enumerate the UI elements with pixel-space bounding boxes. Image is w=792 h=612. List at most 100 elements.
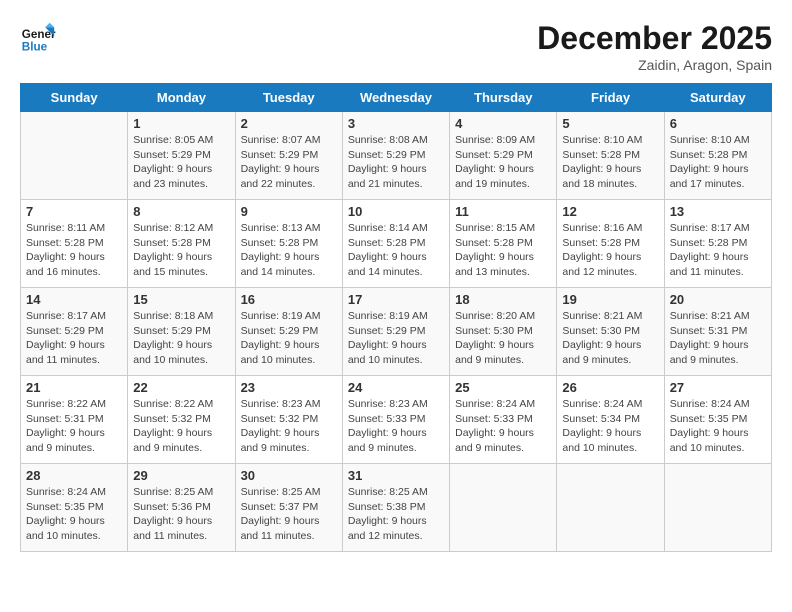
day-info: Sunrise: 8:18 AMSunset: 5:29 PMDaylight:… [133,309,229,368]
calendar-day-cell: 7 Sunrise: 8:11 AMSunset: 5:28 PMDaylight… [21,200,128,288]
day-info: Sunrise: 8:24 AMSunset: 5:35 PMDaylight:… [670,397,766,456]
calendar-day-cell: 17Sunrise: 8:19 AMSunset: 5:29 PMDayligh… [342,288,449,376]
calendar-table: SundayMondayTuesdayWednesdayThursdayFrid… [20,83,772,552]
day-number: 23 [241,380,337,395]
calendar-day-cell: 31 Sunrise: 8:25 AMSunset: 5:38 PMDayligh… [342,464,449,552]
day-number: 10 [348,204,444,219]
calendar-day-cell: 10 Sunrise: 8:14 AMSunset: 5:28 PMDayligh… [342,200,449,288]
calendar-day-cell: 28 Sunrise: 8:24 AMSunset: 5:35 PMDayligh… [21,464,128,552]
day-number: 2 [241,116,337,131]
day-info: Sunrise: 8:08 AMSunset: 5:29 PMDaylight:… [348,133,444,192]
weekday-header: Monday [128,84,235,112]
day-info: Sunrise: 8:20 AMSunset: 5:30 PMDaylight:… [455,309,551,368]
calendar-day-cell: 4 Sunrise: 8:09 AMSunset: 5:29 PMDaylight… [450,112,557,200]
day-number: 15 [133,292,229,307]
day-number: 28 [26,468,122,483]
weekday-header: Friday [557,84,664,112]
calendar-day-cell: 23Sunrise: 8:23 AMSunset: 5:32 PMDayligh… [235,376,342,464]
calendar-day-cell: 5Sunrise: 8:10 AMSunset: 5:28 PMDaylight… [557,112,664,200]
calendar-day-cell: 15 Sunrise: 8:18 AMSunset: 5:29 PMDayligh… [128,288,235,376]
day-info: Sunrise: 8:24 AMSunset: 5:35 PMDaylight:… [26,485,122,544]
day-info: Sunrise: 8:07 AMSunset: 5:29 PMDaylight:… [241,133,337,192]
day-number: 14 [26,292,122,307]
day-info: Sunrise: 8:14 AMSunset: 5:28 PMDaylight:… [348,221,444,280]
day-info: Sunrise: 8:13 AMSunset: 5:28 PMDaylight:… [241,221,337,280]
calendar-header-row: SundayMondayTuesdayWednesdayThursdayFrid… [21,84,772,112]
calendar-day-cell [664,464,771,552]
day-number: 7 [26,204,122,219]
calendar-day-cell: 24 Sunrise: 8:23 AMSunset: 5:33 PMDayligh… [342,376,449,464]
calendar-day-cell: 11 Sunrise: 8:15 AMSunset: 5:28 PMDayligh… [450,200,557,288]
day-info: Sunrise: 8:11 AMSunset: 5:28 PMDaylight:… [26,221,122,280]
logo: General Blue [20,20,56,56]
calendar-day-cell: 20Sunrise: 8:21 AMSunset: 5:31 PMDayligh… [664,288,771,376]
day-number: 12 [562,204,658,219]
day-info: Sunrise: 8:12 AMSunset: 5:28 PMDaylight:… [133,221,229,280]
day-info: Sunrise: 8:05 AMSunset: 5:29 PMDaylight:… [133,133,229,192]
calendar-week-row: 7 Sunrise: 8:11 AMSunset: 5:28 PMDaylight… [21,200,772,288]
calendar-day-cell: 6Sunrise: 8:10 AMSunset: 5:28 PMDaylight… [664,112,771,200]
calendar-day-cell [21,112,128,200]
calendar-day-cell [557,464,664,552]
day-number: 26 [562,380,658,395]
location: Zaidin, Aragon, Spain [537,57,772,73]
day-number: 30 [241,468,337,483]
calendar-day-cell: 29 Sunrise: 8:25 AMSunset: 5:36 PMDayligh… [128,464,235,552]
calendar-day-cell: 8 Sunrise: 8:12 AMSunset: 5:28 PMDaylight… [128,200,235,288]
calendar-day-cell: 13 Sunrise: 8:17 AMSunset: 5:28 PMDayligh… [664,200,771,288]
day-info: Sunrise: 8:10 AMSunset: 5:28 PMDaylight:… [562,133,658,192]
day-info: Sunrise: 8:25 AMSunset: 5:38 PMDaylight:… [348,485,444,544]
day-number: 1 [133,116,229,131]
title-block: December 2025 Zaidin, Aragon, Spain [537,20,772,73]
day-number: 19 [562,292,658,307]
day-info: Sunrise: 8:25 AMSunset: 5:37 PMDaylight:… [241,485,337,544]
day-number: 8 [133,204,229,219]
calendar-day-cell: 22 Sunrise: 8:22 AMSunset: 5:32 PMDayligh… [128,376,235,464]
calendar-week-row: 28 Sunrise: 8:24 AMSunset: 5:35 PMDayligh… [21,464,772,552]
day-info: Sunrise: 8:09 AMSunset: 5:29 PMDaylight:… [455,133,551,192]
day-number: 4 [455,116,551,131]
calendar-day-cell: 25 Sunrise: 8:24 AMSunset: 5:33 PMDayligh… [450,376,557,464]
day-info: Sunrise: 8:24 AMSunset: 5:33 PMDaylight:… [455,397,551,456]
day-number: 16 [241,292,337,307]
day-number: 25 [455,380,551,395]
svg-text:Blue: Blue [22,41,48,54]
day-number: 3 [348,116,444,131]
day-info: Sunrise: 8:17 AMSunset: 5:29 PMDaylight:… [26,309,122,368]
day-info: Sunrise: 8:25 AMSunset: 5:36 PMDaylight:… [133,485,229,544]
calendar-week-row: 21Sunrise: 8:22 AMSunset: 5:31 PMDayligh… [21,376,772,464]
day-info: Sunrise: 8:15 AMSunset: 5:28 PMDaylight:… [455,221,551,280]
page-header: General Blue December 2025 Zaidin, Arago… [20,20,772,73]
day-number: 31 [348,468,444,483]
calendar-day-cell: 9 Sunrise: 8:13 AMSunset: 5:28 PMDaylight… [235,200,342,288]
day-info: Sunrise: 8:21 AMSunset: 5:30 PMDaylight:… [562,309,658,368]
calendar-day-cell: 21Sunrise: 8:22 AMSunset: 5:31 PMDayligh… [21,376,128,464]
day-number: 6 [670,116,766,131]
day-number: 27 [670,380,766,395]
calendar-day-cell: 2 Sunrise: 8:07 AMSunset: 5:29 PMDaylight… [235,112,342,200]
weekday-header: Thursday [450,84,557,112]
day-info: Sunrise: 8:22 AMSunset: 5:32 PMDaylight:… [133,397,229,456]
calendar-day-cell: 30 Sunrise: 8:25 AMSunset: 5:37 PMDayligh… [235,464,342,552]
calendar-day-cell: 27 Sunrise: 8:24 AMSunset: 5:35 PMDayligh… [664,376,771,464]
day-info: Sunrise: 8:23 AMSunset: 5:33 PMDaylight:… [348,397,444,456]
weekday-header: Saturday [664,84,771,112]
day-number: 22 [133,380,229,395]
day-info: Sunrise: 8:24 AMSunset: 5:34 PMDaylight:… [562,397,658,456]
day-number: 18 [455,292,551,307]
calendar-day-cell: 1 Sunrise: 8:05 AMSunset: 5:29 PMDaylight… [128,112,235,200]
weekday-header: Wednesday [342,84,449,112]
day-number: 11 [455,204,551,219]
day-info: Sunrise: 8:17 AMSunset: 5:28 PMDaylight:… [670,221,766,280]
day-number: 9 [241,204,337,219]
calendar-day-cell: 3 Sunrise: 8:08 AMSunset: 5:29 PMDaylight… [342,112,449,200]
day-number: 17 [348,292,444,307]
logo-icon: General Blue [20,20,56,56]
calendar-day-cell: 16Sunrise: 8:19 AMSunset: 5:29 PMDayligh… [235,288,342,376]
day-number: 13 [670,204,766,219]
day-info: Sunrise: 8:21 AMSunset: 5:31 PMDaylight:… [670,309,766,368]
day-number: 29 [133,468,229,483]
day-number: 24 [348,380,444,395]
day-info: Sunrise: 8:22 AMSunset: 5:31 PMDaylight:… [26,397,122,456]
day-info: Sunrise: 8:16 AMSunset: 5:28 PMDaylight:… [562,221,658,280]
